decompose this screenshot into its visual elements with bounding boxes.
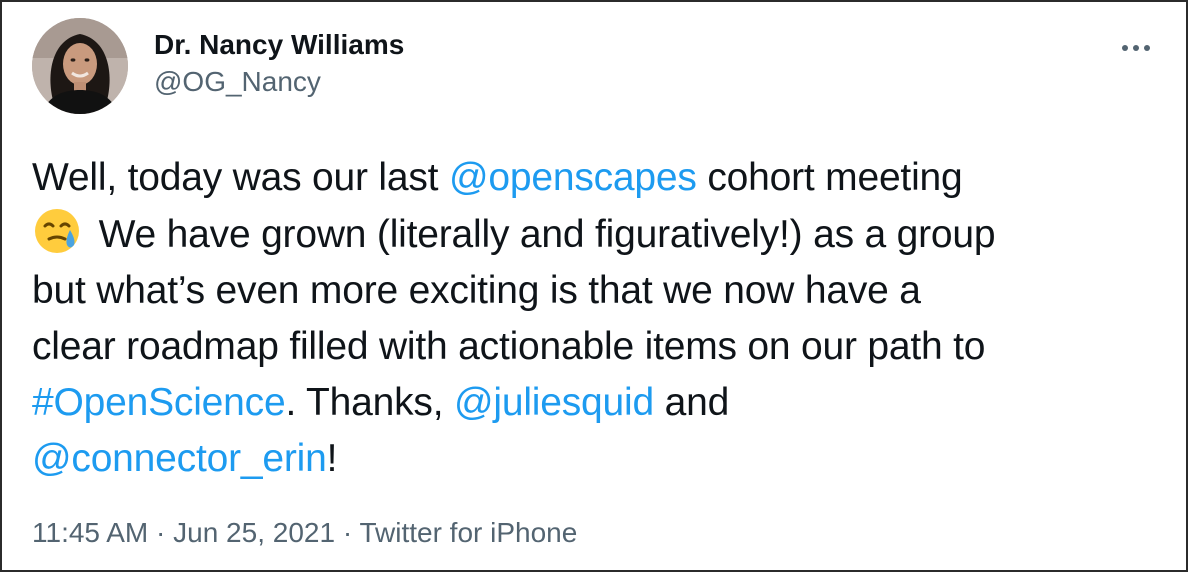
tweet-text: Well, today was our last @openscapes coh…: [32, 150, 1172, 487]
mention-juliesquid-link[interactable]: @juliesquid: [454, 381, 654, 424]
mention-connector-erin-link[interactable]: @connector_erin: [32, 437, 327, 480]
more-horizontal-icon: [1122, 45, 1150, 51]
tweet-text-segment: clear roadmap filled with actionable ite…: [32, 325, 986, 368]
tweet-meta: 11:45 AM · Jun 25, 2021 · Twitter for iP…: [32, 516, 577, 550]
tweet-text-segment: Well, today was our last: [32, 156, 449, 199]
author-display-name[interactable]: Dr. Nancy Williams: [154, 28, 404, 62]
tweet-text-segment: We have grown (literally and figurativel…: [88, 213, 996, 256]
meta-separator: ·: [148, 517, 174, 548]
tweet-text-segment: but what’s even more exciting is that we…: [32, 269, 921, 312]
tweet-time-link[interactable]: 11:45 AM: [32, 517, 148, 548]
sad-but-relieved-face-icon: [32, 206, 82, 256]
author-handle[interactable]: @OG_Nancy: [154, 65, 404, 99]
avatar-photo: [32, 18, 128, 114]
tweet-source-link[interactable]: Twitter for iPhone: [359, 517, 577, 548]
tweet-text-segment: !: [326, 437, 338, 480]
more-options-button[interactable]: [1116, 38, 1156, 58]
tweet-text-segment: . Thanks,: [285, 381, 454, 424]
tweet-date-link[interactable]: Jun 25, 2021: [173, 517, 335, 548]
tweet-header: Dr. Nancy Williams @OG_Nancy: [32, 18, 1166, 116]
author-avatar[interactable]: [32, 18, 128, 114]
meta-separator: ·: [335, 517, 360, 548]
tweet-text-segment: and: [653, 381, 730, 424]
tweet-text-segment: cohort meeting: [696, 156, 963, 199]
tweet-card: Dr. Nancy Williams @OG_Nancy Well, today…: [0, 0, 1188, 572]
mention-openscapes-link[interactable]: @openscapes: [449, 156, 697, 199]
author-names: Dr. Nancy Williams @OG_Nancy: [154, 28, 404, 99]
hashtag-openscience-link[interactable]: #OpenScience: [32, 381, 286, 424]
